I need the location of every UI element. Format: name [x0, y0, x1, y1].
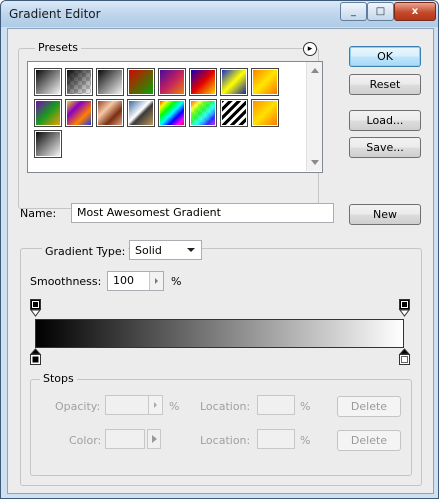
- opacity-stop-icon: [30, 299, 41, 317]
- gradient-type-label: Gradient Type:: [42, 245, 129, 258]
- presets-menu-button[interactable]: ▸: [303, 42, 317, 56]
- chevron-right-icon: [151, 435, 157, 443]
- color-swatch-field[interactable]: [105, 429, 145, 449]
- presets-grid: [27, 61, 323, 173]
- load-button[interactable]: Load...: [349, 110, 421, 131]
- opacity-location-input[interactable]: [257, 395, 295, 415]
- close-icon: x: [411, 6, 419, 17]
- preset-swatch-transparent-rainbow[interactable]: [189, 99, 217, 127]
- preset-swatch-black-white-selected[interactable]: [34, 130, 62, 158]
- color-location-unit: %: [300, 434, 311, 447]
- opacity-stop-icon: [399, 299, 410, 317]
- smoothness-label: Smoothness:: [30, 275, 102, 288]
- chevron-right-icon: [154, 402, 157, 408]
- title-bar[interactable]: Gradient Editor _ □ x: [1, 1, 438, 27]
- stops-group: [30, 379, 412, 476]
- color-stop-icon: [398, 348, 411, 365]
- color-stop-right[interactable]: [398, 348, 411, 369]
- preset-swatch-violet-orange[interactable]: [158, 68, 186, 96]
- stops-label: Stops: [40, 372, 77, 385]
- minimize-button[interactable]: _: [340, 2, 367, 21]
- ok-button[interactable]: OK: [349, 46, 421, 67]
- preset-swatch-blue-yellow-blue[interactable]: [220, 68, 248, 96]
- delete-color-stop-button[interactable]: Delete: [337, 430, 401, 451]
- opacity-location-label: Location:: [200, 400, 251, 413]
- gradient-name-input[interactable]: Most Awesomest Gradient: [71, 203, 334, 223]
- scroll-down-icon[interactable]: [311, 160, 319, 165]
- opacity-stop-left[interactable]: [30, 299, 42, 320]
- preset-swatch-violet-green-orange[interactable]: [34, 99, 62, 127]
- window-title: Gradient Editor: [9, 7, 101, 21]
- opacity-stop-right[interactable]: [399, 299, 411, 320]
- preset-swatch-chrome[interactable]: [127, 99, 155, 127]
- name-label: Name:: [20, 207, 57, 220]
- maximize-button[interactable]: □: [367, 2, 394, 21]
- preset-swatch-orange-yellow-orange-2[interactable]: [251, 99, 279, 127]
- color-label: Color:: [69, 434, 102, 447]
- opacity-unit: %: [169, 400, 180, 413]
- gradient-type-select[interactable]: Solid: [129, 240, 202, 260]
- save-button[interactable]: Save...: [349, 137, 421, 158]
- color-location-label: Location:: [200, 434, 251, 447]
- preset-swatch-yellow-violet-orange-blue[interactable]: [65, 99, 93, 127]
- chevron-right-icon: [155, 278, 158, 284]
- color-stop-left[interactable]: [29, 348, 42, 369]
- preset-swatch-transparent-stripes[interactable]: [220, 99, 248, 127]
- color-menu-button[interactable]: [147, 429, 161, 449]
- reset-button[interactable]: Reset: [349, 74, 421, 95]
- dialog-body: Presets ▸ OK Reset Load... Save... Name:…: [7, 28, 434, 494]
- smoothness-input[interactable]: 100: [107, 271, 164, 291]
- presets-label: Presets: [35, 41, 82, 54]
- preset-swatch-orange-yellow-orange[interactable]: [251, 68, 279, 96]
- preset-swatch-spectrum[interactable]: [158, 99, 186, 127]
- gradient-type-value: Solid: [135, 244, 162, 257]
- opacity-input[interactable]: [105, 395, 163, 415]
- gradient-preview-bar[interactable]: [35, 319, 404, 348]
- preset-swatch-black-white[interactable]: [96, 68, 124, 96]
- smoothness-unit: %: [171, 275, 182, 288]
- close-button[interactable]: x: [394, 2, 436, 21]
- opacity-spinner-button[interactable]: [148, 396, 162, 414]
- preset-swatch-copper[interactable]: [96, 99, 124, 127]
- new-button[interactable]: New: [349, 204, 421, 225]
- preset-swatch-red-green[interactable]: [127, 68, 155, 96]
- smoothness-value: 100: [113, 274, 134, 287]
- opacity-location-unit: %: [300, 400, 311, 413]
- menu-arrow-icon: ▸: [307, 44, 313, 54]
- maximize-icon: □: [375, 6, 386, 17]
- chevron-down-icon: [187, 248, 195, 252]
- delete-opacity-stop-button[interactable]: Delete: [337, 396, 401, 417]
- smoothness-spinner-button[interactable]: [149, 272, 163, 290]
- scroll-up-icon[interactable]: [311, 68, 319, 73]
- opacity-label: Opacity:: [55, 400, 101, 413]
- preset-swatch-foreground-to-transparent[interactable]: [65, 68, 93, 96]
- color-stop-icon: [29, 348, 42, 365]
- presets-scrollbar[interactable]: [306, 62, 322, 171]
- gradient-editor-window: Gradient Editor _ □ x Presets ▸ OK Reset…: [0, 0, 439, 499]
- preset-swatch-blue-red-yellow[interactable]: [189, 68, 217, 96]
- color-location-input[interactable]: [257, 429, 295, 449]
- preset-swatch-foreground-to-background[interactable]: [34, 68, 62, 96]
- minimize-icon: _: [351, 6, 356, 17]
